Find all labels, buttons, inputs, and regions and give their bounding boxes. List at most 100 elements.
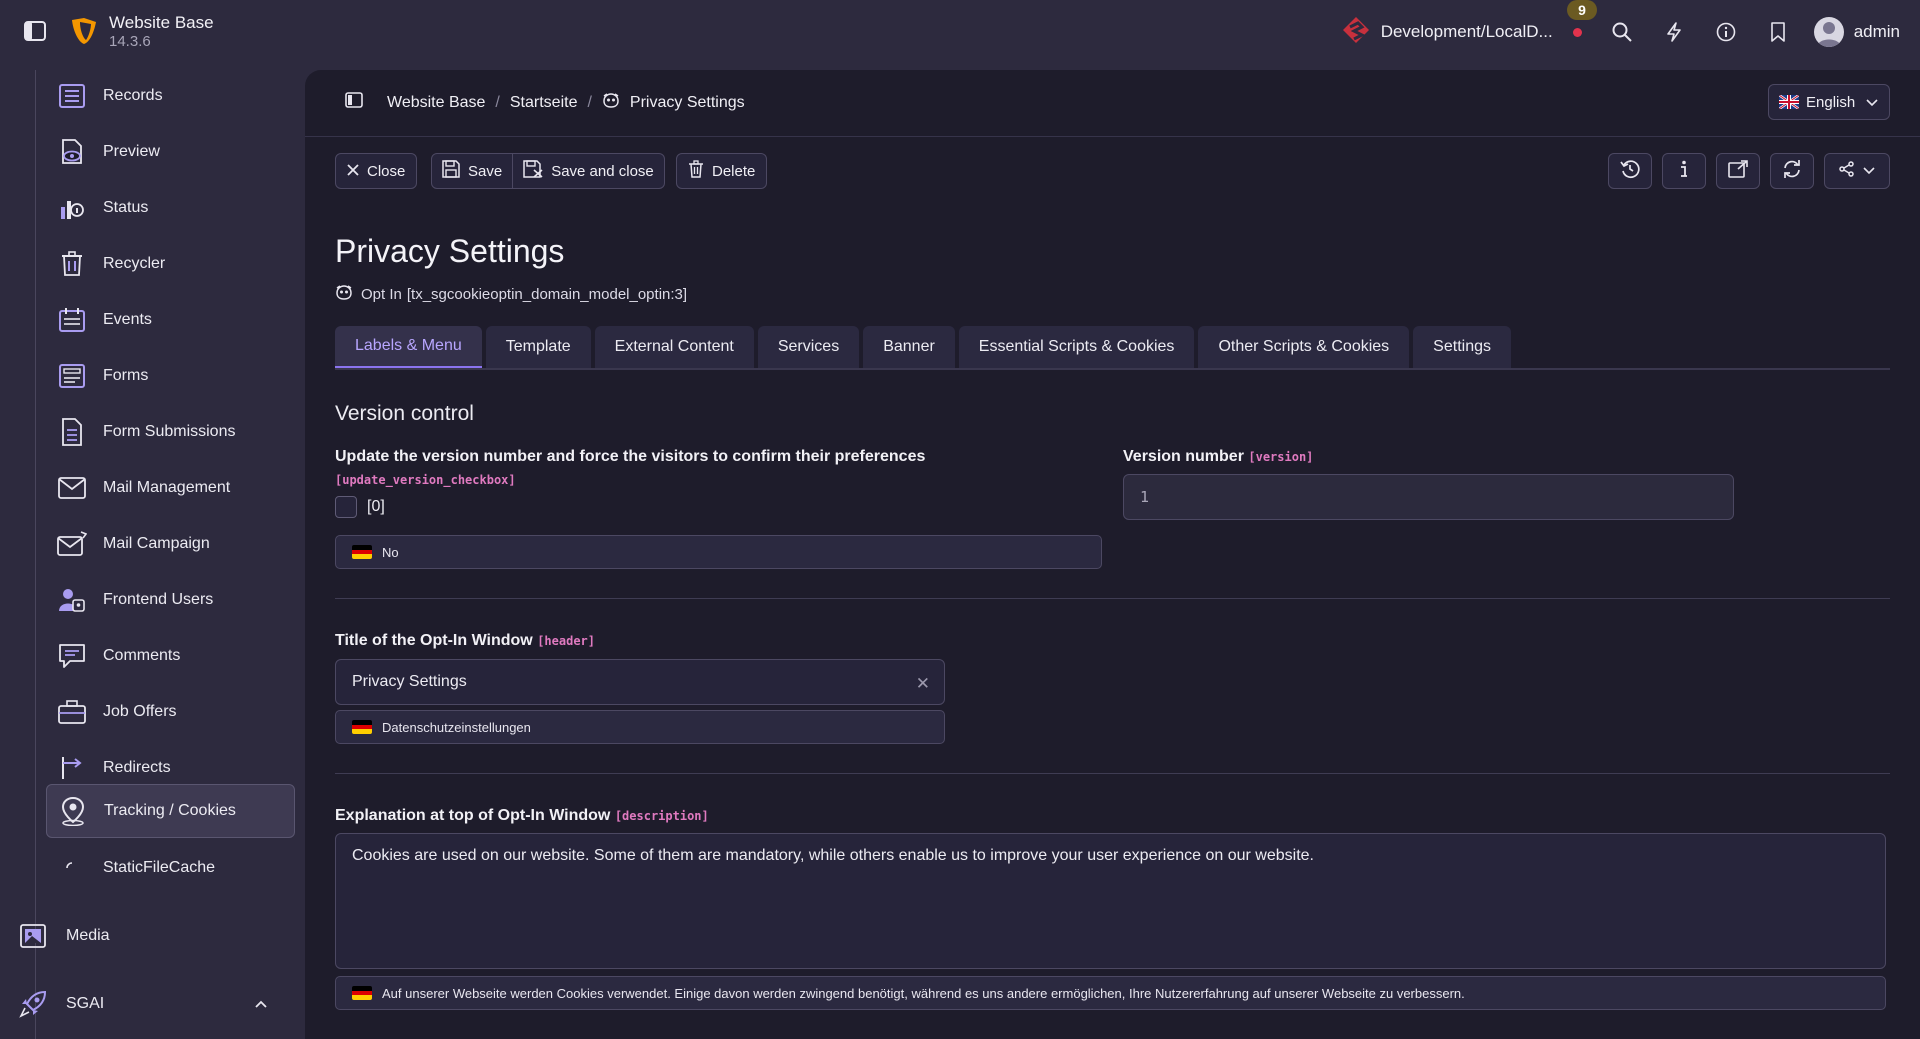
chevron-up-icon[interactable]: [254, 996, 268, 1014]
history-icon: [1620, 159, 1640, 184]
sidebar-item-label: Status: [103, 199, 149, 216]
search-icon[interactable]: [1596, 6, 1648, 58]
record-info: Opt In [tx_sgcookieoptin_domain_model_op…: [335, 284, 687, 304]
forms-icon: [57, 361, 87, 391]
user-menu[interactable]: admin: [1813, 17, 1900, 47]
checkbox-value-label: [0]: [367, 498, 385, 515]
comments-icon: [57, 641, 87, 671]
tab-settings[interactable]: Settings: [1413, 326, 1511, 368]
form-tabs: Labels & Menu Template External Content …: [335, 326, 1890, 370]
chevron-down-icon: [1863, 162, 1875, 180]
sidebar-item-label: Media: [66, 927, 110, 944]
breadcrumb: Website Base / Startseite / Privacy Sett…: [345, 92, 745, 113]
description-textarea[interactable]: Cookies are used on our website. Some of…: [335, 833, 1886, 969]
sidebar-item-staticfilecache[interactable]: StaticFileCache: [46, 842, 295, 894]
typo3-logo-icon[interactable]: [70, 16, 98, 46]
header-key: [header]: [537, 634, 595, 648]
version-number-label-text: Version number: [1123, 448, 1244, 465]
tab-essential-scripts-cookies[interactable]: Essential Scripts & Cookies: [958, 326, 1195, 368]
tab-template[interactable]: Template: [485, 326, 591, 368]
translation-preview: Auf unserer Webseite werden Cookies verw…: [335, 976, 1886, 1010]
sidebar-item-status[interactable]: Status: [46, 182, 295, 234]
sidebar-item-media[interactable]: Media: [18, 910, 298, 962]
sidebar-item-mail-management[interactable]: Mail Management: [46, 462, 295, 514]
header-input[interactable]: Privacy Settings ✕: [335, 659, 945, 705]
tab-banner[interactable]: Banner: [863, 326, 955, 368]
refresh-icon: [1782, 159, 1802, 184]
sidebar-item-label: Comments: [103, 647, 181, 664]
page-title: Privacy Settings: [335, 233, 565, 269]
sidebar-item-label: Redirects: [103, 759, 171, 776]
tab-external-content[interactable]: External Content: [594, 326, 754, 368]
sidebar-item-events[interactable]: Events: [46, 294, 295, 346]
environment-indicator[interactable]: Development/LocalD...: [1341, 15, 1582, 50]
german-flag-icon: [352, 986, 372, 1000]
sidebar-item-label: Frontend Users: [103, 591, 214, 608]
translation-text: Auf unserer Webseite werden Cookies verw…: [382, 985, 1465, 1001]
close-button[interactable]: Close: [335, 153, 418, 189]
redirect-icon: [57, 753, 87, 783]
sidebar-item-recycler[interactable]: Recycler: [46, 238, 295, 290]
tab-other-scripts-cookies[interactable]: Other Scripts & Cookies: [1198, 326, 1410, 368]
sidebar-item-records[interactable]: Records: [46, 70, 295, 122]
bookmark-icon[interactable]: [1752, 6, 1804, 58]
sidebar-item-label: Preview: [103, 143, 160, 160]
sidebar-item-forms[interactable]: Forms: [46, 350, 295, 402]
delete-button[interactable]: Delete: [676, 153, 768, 189]
events-icon: [57, 305, 87, 335]
sidebar-item-mail-campaign[interactable]: Mail Campaign: [46, 518, 295, 570]
save-button[interactable]: Save: [431, 153, 514, 189]
tab-labels-menu[interactable]: Labels & Menu: [335, 326, 482, 368]
content-area: Website Base / Startseite / Privacy Sett…: [305, 70, 1920, 1039]
sidebar-item-form-submissions[interactable]: Form Submissions: [46, 406, 295, 458]
sidebar-item-comments[interactable]: Comments: [46, 630, 295, 682]
close-icon: [347, 163, 359, 180]
share-dropdown-button[interactable]: [1824, 153, 1890, 189]
sidebar-item-label: Mail Management: [103, 479, 231, 496]
records-icon: [57, 81, 87, 111]
version-number-field[interactable]: 1: [1123, 474, 1734, 520]
info-icon[interactable]: [1700, 6, 1752, 58]
tree-line: [35, 70, 36, 1039]
clear-icon[interactable]: ✕: [916, 674, 930, 694]
sidebar-item-job-offers[interactable]: Job Offers: [46, 686, 295, 738]
update-version-checkbox[interactable]: [335, 496, 357, 518]
cookie-record-icon: [335, 284, 353, 304]
history-button[interactable]: [1608, 153, 1652, 189]
site-version: 14.3.6: [109, 33, 151, 50]
trash-icon: [688, 160, 704, 182]
reload-button[interactable]: [1770, 153, 1814, 189]
flash-icon[interactable]: [1648, 6, 1700, 58]
breadcrumb-separator: /: [495, 93, 500, 111]
sidebar-item-tracking-cookies[interactable]: Tracking / Cookies: [46, 784, 295, 838]
tab-services[interactable]: Services: [757, 326, 860, 368]
briefcase-icon: [57, 697, 87, 727]
description-key: [description]: [614, 809, 709, 823]
chevron-down-icon: [1866, 94, 1878, 111]
save-close-label: Save and close: [551, 162, 654, 180]
save-button-group: Save Save and close: [431, 153, 665, 189]
info-button[interactable]: [1662, 153, 1706, 189]
translation-preview: No: [335, 535, 1102, 569]
form-submissions-icon: [57, 417, 87, 447]
sidebar-item-label: SGAI: [66, 995, 105, 1012]
sidebar-item-preview[interactable]: Preview: [46, 126, 295, 178]
sidebar-item-label: Recycler: [103, 255, 166, 272]
recycler-icon: [57, 249, 87, 279]
pagetree-toggle-icon[interactable]: [345, 92, 363, 113]
breadcrumb-item[interactable]: Website Base: [387, 94, 485, 112]
sidebar-item-sgai[interactable]: SGAI: [18, 978, 298, 1030]
open-new-window-button[interactable]: [1716, 153, 1760, 189]
sidebar-item-frontend-users[interactable]: Frontend Users: [46, 574, 295, 626]
sidebar-toggle-icon[interactable]: [24, 21, 46, 41]
close-label: Close: [367, 162, 406, 180]
breadcrumb-item[interactable]: Startseite: [510, 94, 578, 112]
rocket-icon: [18, 989, 48, 1019]
language-select[interactable]: English: [1768, 84, 1890, 120]
description-field-label: Explanation at top of Opt-In Window [des…: [335, 807, 709, 825]
site-name[interactable]: Website Base: [109, 13, 214, 33]
header-input-value: Privacy Settings: [352, 673, 467, 690]
breadcrumb-bar: Website Base / Startseite / Privacy Sett…: [305, 70, 1920, 137]
mail-icon: [57, 473, 87, 503]
save-and-close-button[interactable]: Save and close: [513, 153, 665, 189]
